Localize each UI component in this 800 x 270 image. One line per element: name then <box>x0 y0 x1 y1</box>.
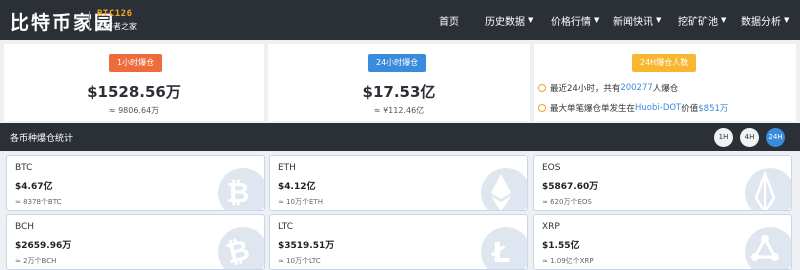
chevron-down-icon: ▼ <box>656 16 662 24</box>
coin-amount: ≈ 8378个BTC <box>15 198 62 206</box>
nav-item-home[interactable]: 首页 <box>439 0 459 40</box>
coin-amount: ≈ 2万个BCH <box>15 257 57 265</box>
coin-value: $2659.96万 <box>15 241 72 251</box>
largest-order-exchange[interactable]: Huobi-DOT <box>635 103 681 113</box>
people-count: 200277 <box>620 83 653 93</box>
bitcoin-icon: ₿ <box>218 168 264 210</box>
badge-1h: 1小时爆仓 <box>109 54 163 72</box>
coin-value: $5867.60万 <box>542 182 599 192</box>
nav-item-history[interactable]: 历史数据 ▼ <box>485 0 533 40</box>
coin-amount: ≈ 620万个EOS <box>542 198 592 206</box>
largest-order-value: $851万 <box>698 104 729 114</box>
period-4h-button[interactable]: 4H <box>740 128 759 147</box>
stat-card-1h: 1小时爆仓 $1528.56万 ≈ 9806.64万 <box>4 44 264 121</box>
bitcoin-cash-icon: ₿ <box>218 227 264 270</box>
ripple-icon <box>745 227 791 269</box>
svg-text:₿: ₿ <box>227 176 250 209</box>
coin-amount: ≈ 10万个LTC <box>278 257 321 265</box>
nav-item-analysis[interactable]: 数据分析 ▼ <box>741 0 789 40</box>
coin-name: BTC <box>15 163 33 173</box>
coin-card-btc[interactable]: BTC $4.67亿 ≈ 8378个BTC ₿ <box>6 155 265 211</box>
coin-value: $4.12亿 <box>278 182 316 192</box>
nav-label: 新闻快讯 <box>613 16 653 28</box>
liquidation-summary: 1小时爆仓 $1528.56万 ≈ 9806.64万 24小时爆仓 $17.53… <box>0 40 800 122</box>
nav-item-prices[interactable]: 价格行情 ▼ <box>551 0 599 40</box>
people-count-line: 最近24小时，共有 200277 人爆仓 <box>538 82 678 94</box>
coin-card-eth[interactable]: ETH $4.12亿 ≈ 10万个ETH <box>269 155 528 211</box>
ethereum-icon <box>481 168 527 210</box>
svg-text:Ł: Ł <box>490 236 510 269</box>
nav-label: 历史数据 <box>485 16 525 28</box>
coin-amount: ≈ 10万个ETH <box>278 198 323 206</box>
coin-name: EOS <box>542 163 561 173</box>
value-1h: $1528.56万 <box>87 83 181 101</box>
nav-label: 挖矿矿池 <box>678 16 718 28</box>
stat-card-24h: 24小时爆仓 $17.53亿 ≈ ¥112.46亿 <box>268 44 530 121</box>
svg-text:₿: ₿ <box>223 233 254 270</box>
cny-24h: ≈ ¥112.46亿 <box>373 106 425 115</box>
period-24h-button[interactable]: 24H <box>766 128 785 147</box>
period-1h-button[interactable]: 1H <box>714 128 733 147</box>
nav-item-news[interactable]: 新闻快讯 ▼ <box>613 0 661 40</box>
eos-icon <box>745 168 791 210</box>
value-24h: $17.53亿 <box>362 83 436 101</box>
coin-name: XRP <box>542 222 560 232</box>
coin-card-xrp[interactable]: XRP $1.55亿 ≈ 1.09亿个XRP <box>533 214 792 270</box>
nav-label: 价格行情 <box>551 16 591 28</box>
logo-sub-cn: 爱好者之家 <box>97 22 137 31</box>
top-nav-bar: 比特币家园 BTC126 爱好者之家 首页 历史数据 ▼ 价格行情 ▼ 新闻快讯 ▼ … <box>0 0 800 40</box>
litecoin-icon: Ł <box>481 227 527 269</box>
coin-name: BCH <box>15 222 35 232</box>
nav-label: 数据分析 <box>741 16 781 28</box>
badge-24h: 24小时爆仓 <box>368 54 427 72</box>
clock-icon <box>538 84 546 92</box>
section-title: 各币种爆仓统计 <box>10 134 74 144</box>
coin-card-ltc[interactable]: LTC $3519.51万 ≈ 10万个LTC Ł <box>269 214 528 270</box>
chevron-down-icon: ▼ <box>528 16 534 24</box>
logo-sub-en: BTC126 <box>97 9 133 19</box>
cny-1h: ≈ 9806.64万 <box>108 106 160 115</box>
coin-card-eos[interactable]: EOS $5867.60万 ≈ 620万个EOS <box>533 155 792 211</box>
coin-value: $1.55亿 <box>542 241 580 251</box>
chevron-down-icon: ▼ <box>784 16 790 24</box>
chevron-down-icon: ▼ <box>594 16 600 24</box>
coin-stats-header: 各币种爆仓统计 1H 4H 24H <box>0 123 800 151</box>
coin-name: LTC <box>278 222 294 232</box>
logo-divider <box>89 11 90 31</box>
clock-icon <box>538 104 546 112</box>
chevron-down-icon: ▼ <box>721 16 727 24</box>
coin-amount: ≈ 1.09亿个XRP <box>542 257 594 265</box>
coin-card-bch[interactable]: BCH $2659.96万 ≈ 2万个BCH ₿ <box>6 214 265 270</box>
badge-people: 24H爆仓人数 <box>632 54 697 72</box>
coin-value: $3519.51万 <box>278 241 335 251</box>
nav-item-mining[interactable]: 挖矿矿池 ▼ <box>678 0 726 40</box>
nav-label: 首页 <box>439 16 459 28</box>
coin-name: ETH <box>278 163 296 173</box>
largest-order-line: 最大单笔爆仓单发生在 Huobi-DOT 价值 $851万 <box>538 102 728 114</box>
coin-value: $4.67亿 <box>15 182 53 192</box>
